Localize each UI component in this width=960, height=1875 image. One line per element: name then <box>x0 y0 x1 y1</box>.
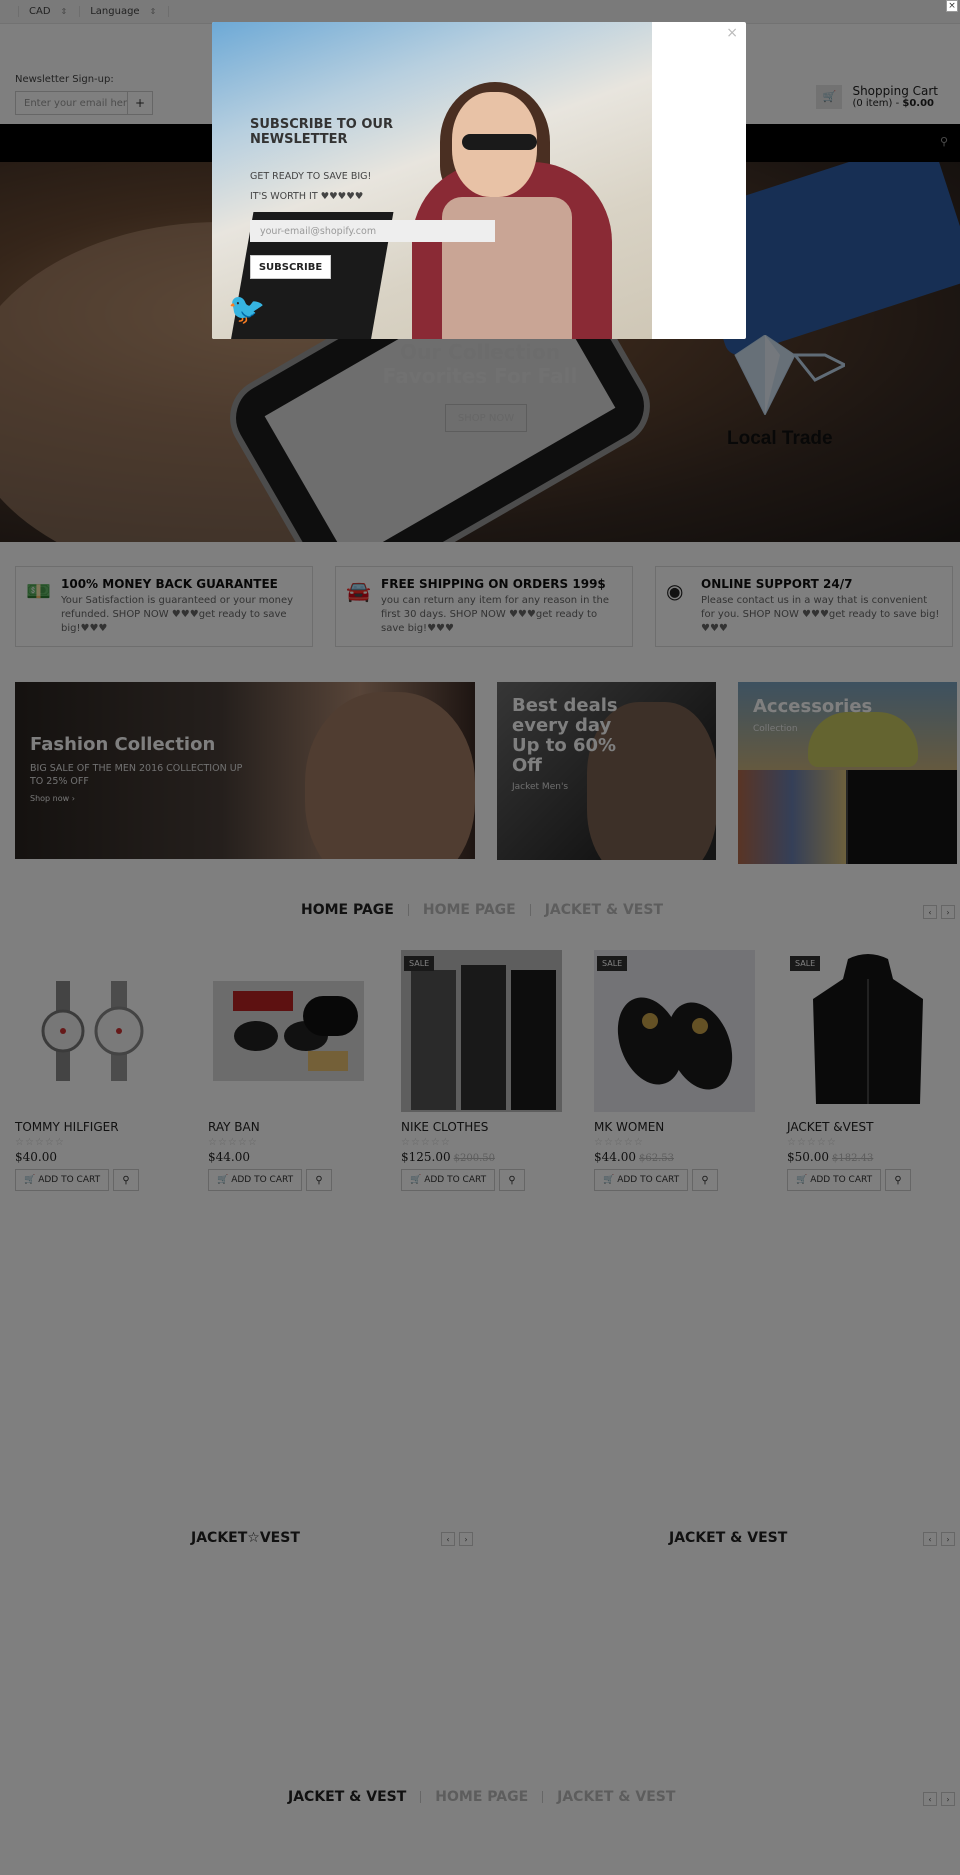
newsletter-popup: × SUBSCRIBE TO OUR NEWSLETTER GET READY … <box>212 22 746 339</box>
close-icon[interactable]: × <box>726 25 738 41</box>
popup-title: SUBSCRIBE TO OUR NEWSLETTER <box>250 117 393 147</box>
popup-line1: GET READY TO SAVE BIG! <box>250 171 372 182</box>
popup-email-input[interactable]: your-email@shopify.com <box>250 220 495 242</box>
corner-close-icon[interactable]: × <box>946 0 958 12</box>
bird-icon: 🐦 <box>228 292 266 327</box>
popup-line2: IT'S WORTH IT ♥♥♥♥♥ <box>250 191 364 202</box>
popup-subscribe-button[interactable]: SUBSCRIBE <box>250 255 331 279</box>
